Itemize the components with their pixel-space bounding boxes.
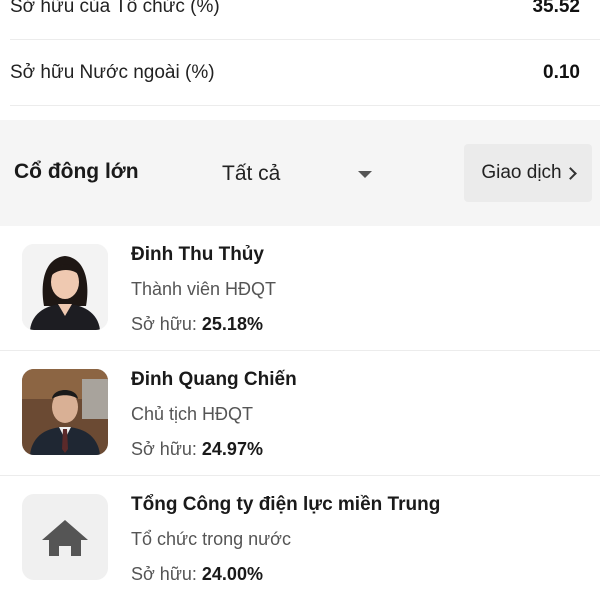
stat-value: 35.52 — [532, 0, 580, 17]
avatar — [22, 369, 108, 455]
section-gap — [0, 106, 600, 120]
shareholder-role: Thành viên HĐQT — [131, 279, 277, 299]
person-photo-male-icon — [22, 369, 108, 455]
ownership-label: Sở hữu: — [131, 314, 197, 334]
stat-value: 0.10 — [543, 62, 580, 83]
transactions-button[interactable]: Giao dịch — [464, 144, 592, 202]
avatar — [22, 494, 108, 580]
shareholder-ownership: Sở hữu: 24.00% — [131, 564, 263, 585]
shareholder-name: Tổng Công ty điện lực miền Trung — [131, 494, 441, 515]
stat-label: Sở hữu Nước ngoài (%) — [10, 62, 215, 83]
avatar — [22, 244, 108, 330]
shareholder-ownership: Sở hữu: 25.18% — [131, 314, 263, 335]
shareholder-filter-dropdown[interactable]: Tất cả — [210, 156, 382, 192]
transactions-button-label: Giao dịch — [481, 162, 562, 183]
shareholder-name: Đinh Quang Chiến — [131, 369, 297, 390]
shareholder-ownership: Sở hữu: 24.97% — [131, 439, 263, 460]
ownership-value: 25.18% — [201, 314, 263, 334]
house-icon — [42, 520, 88, 556]
section-title: Cổ đông lớn — [14, 160, 139, 183]
stat-label: Sở hữu của Tổ chức (%) — [10, 0, 220, 17]
shareholder-item[interactable]: Đinh Quang Chiến Chủ tịch HĐQT Sở hữu: 2… — [0, 351, 600, 476]
shareholder-name: Đinh Thu Thủy — [131, 244, 264, 265]
shareholder-role: Tổ chức trong nước — [131, 529, 291, 549]
stat-row-foreign-ownership: Sở hữu Nước ngoài (%) 0.10 — [0, 40, 600, 106]
stat-row-organization-ownership: Sở hữu của Tổ chức (%) 35.52 — [0, 0, 600, 40]
ownership-value: 24.00% — [201, 564, 263, 584]
shareholder-role: Chủ tịch HĐQT — [131, 404, 254, 424]
chevron-right-icon — [563, 166, 577, 180]
person-photo-female-icon — [22, 244, 108, 330]
ownership-label: Sở hữu: — [131, 439, 197, 459]
shareholder-item[interactable]: Đinh Thu Thủy Thành viên HĐQT Sở hữu: 25… — [0, 226, 600, 351]
ownership-label: Sở hữu: — [131, 564, 197, 584]
ownership-value: 24.97% — [201, 439, 263, 459]
filter-selected-value: Tất cả — [222, 162, 281, 185]
shareholder-item[interactable]: Tổng Công ty điện lực miền Trung Tổ chức… — [0, 476, 600, 600]
caret-down-icon — [358, 170, 372, 178]
